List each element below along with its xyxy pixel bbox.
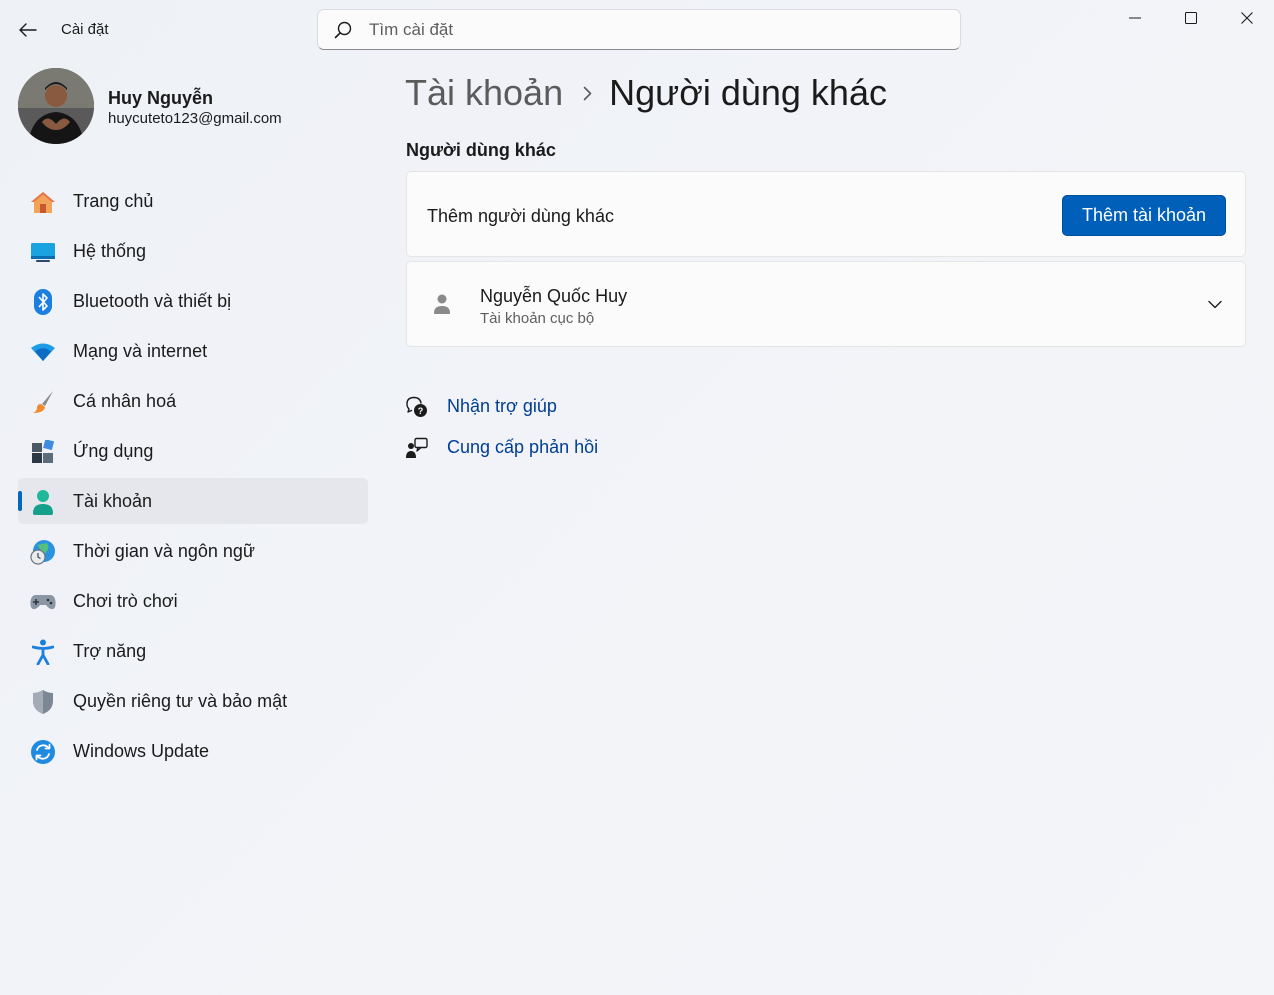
maximize-icon	[1185, 12, 1197, 24]
sidebar-item-label: Mạng và internet	[73, 340, 208, 361]
sidebar-item-time-language[interactable]: Thời gian và ngôn ngữ	[18, 528, 368, 574]
sidebar-item-accessibility[interactable]: Trợ năng	[18, 628, 368, 674]
home-icon	[30, 189, 56, 215]
sidebar-item-gaming[interactable]: Chơi trò chơi	[18, 578, 368, 624]
give-feedback-link[interactable]: Cung cấp phản hồi	[406, 427, 598, 468]
minimize-icon	[1129, 17, 1141, 19]
avatar	[18, 68, 94, 144]
sidebar-item-label: Windows Update	[73, 740, 210, 761]
person-icon	[431, 292, 453, 316]
search-input[interactable]	[369, 19, 929, 40]
sidebar-item-label: Trang chủ	[73, 190, 154, 211]
sidebar-item-label: Ứng dụng	[73, 440, 154, 461]
help-link-label[interactable]: Nhận trợ giúp	[447, 396, 557, 417]
help-links: ? Nhận trợ giúp Cung cấp phản hồi	[406, 386, 598, 468]
expand-button[interactable]	[1203, 292, 1227, 316]
close-button[interactable]	[1219, 0, 1274, 36]
sidebar-item-label: Trợ năng	[73, 640, 147, 661]
account-icon	[30, 489, 56, 515]
search-box[interactable]	[317, 9, 961, 50]
sidebar-item-network[interactable]: Mạng và internet	[18, 328, 368, 374]
search-icon	[332, 19, 354, 41]
user-name: Nguyễn Quốc Huy	[480, 286, 628, 306]
user-profile[interactable]: Huy Nguyễn huycuteto123@gmail.com	[18, 68, 358, 146]
close-icon	[1241, 12, 1253, 24]
help-icon: ?	[406, 396, 428, 418]
breadcrumb-parent[interactable]: Tài khoản	[405, 72, 563, 114]
title-bar: Cài đặt	[0, 0, 1274, 58]
sidebar-item-home[interactable]: Trang chủ	[18, 178, 368, 224]
globe-clock-icon	[30, 539, 56, 565]
apps-icon	[30, 439, 56, 465]
sidebar-item-privacy-security[interactable]: Quyền riêng tư và bảo mật	[18, 678, 368, 724]
maximize-button[interactable]	[1163, 0, 1219, 36]
back-arrow-icon	[19, 23, 37, 37]
sidebar-item-label: Chơi trò chơi	[73, 590, 178, 611]
sidebar-item-windows-update[interactable]: Windows Update	[18, 728, 368, 774]
sidebar-item-apps[interactable]: Ứng dụng	[18, 428, 368, 474]
chevron-down-icon	[1208, 300, 1222, 308]
gamepad-icon	[30, 589, 56, 615]
system-icon	[30, 239, 56, 265]
page-title: Người dùng khác	[609, 72, 887, 113]
sidebar-nav: Trang chủ Hệ thống Bluetooth và thiết bị	[18, 178, 368, 778]
add-user-card: Thêm người dùng khác Thêm tài khoản	[406, 171, 1246, 257]
user-card[interactable]: Nguyễn Quốc Huy Tài khoản cục bộ	[406, 261, 1246, 347]
sidebar-item-label: Hệ thống	[73, 240, 147, 261]
get-help-link[interactable]: ? Nhận trợ giúp	[406, 386, 598, 427]
section-title: Người dùng khác	[406, 140, 556, 160]
shield-icon	[30, 689, 56, 715]
chevron-right-icon	[583, 86, 592, 101]
feedback-link-label[interactable]: Cung cấp phản hồi	[447, 437, 598, 458]
wifi-icon	[30, 339, 56, 365]
sidebar-item-accounts[interactable]: Tài khoản	[18, 478, 368, 524]
svg-text:?: ?	[418, 406, 424, 416]
feedback-icon	[406, 437, 428, 459]
sidebar-item-label: Cá nhân hoá	[73, 390, 177, 411]
accessibility-icon	[30, 639, 56, 665]
minimize-button[interactable]	[1107, 0, 1163, 36]
sidebar-item-personalization[interactable]: Cá nhân hoá	[18, 378, 368, 424]
user-account-type: Tài khoản cục bộ	[480, 310, 595, 327]
sidebar-item-label: Thời gian và ngôn ngữ	[73, 540, 255, 561]
sidebar-item-label: Bluetooth và thiết bị	[73, 290, 232, 311]
add-account-button[interactable]: Thêm tài khoản	[1062, 195, 1226, 236]
update-icon	[30, 739, 56, 765]
sidebar-item-system[interactable]: Hệ thống	[18, 228, 368, 274]
profile-name: Huy Nguyễn	[108, 88, 214, 108]
sidebar-item-label: Quyền riêng tư và bảo mật	[73, 690, 288, 711]
profile-email: huycuteto123@gmail.com	[108, 110, 282, 127]
app-title: Cài đặt	[61, 21, 109, 38]
bluetooth-icon	[30, 289, 56, 315]
breadcrumb: Tài khoản Người dùng khác	[405, 70, 887, 116]
add-user-label: Thêm người dùng khác	[427, 206, 614, 226]
sidebar-item-bluetooth[interactable]: Bluetooth và thiết bị	[18, 278, 368, 324]
sidebar-item-label: Tài khoản	[73, 490, 153, 511]
brush-icon	[30, 389, 56, 415]
back-button[interactable]	[12, 16, 44, 44]
